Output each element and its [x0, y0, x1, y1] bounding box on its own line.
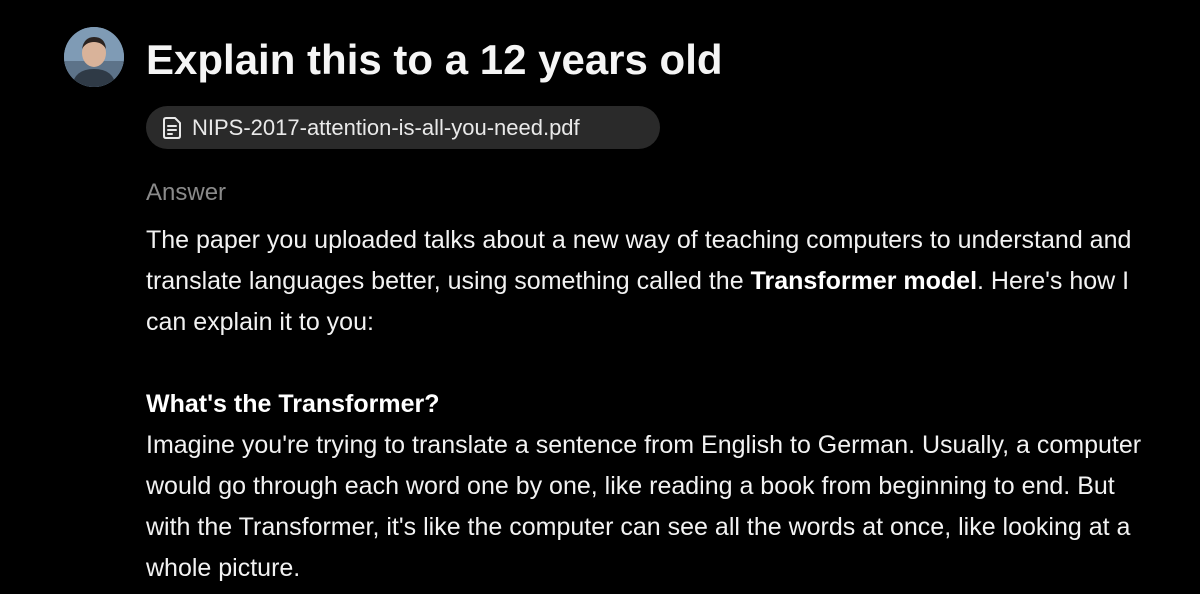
user-avatar — [64, 27, 124, 87]
answer-body: The paper you uploaded talks about a new… — [146, 220, 1156, 589]
document-icon — [163, 116, 181, 139]
section-paragraph: Imagine you're trying to translate a sen… — [146, 431, 1142, 582]
answer-intro-bold: Transformer model — [750, 267, 978, 295]
attachment-filename: NIPS-2017-attention-is-all-you-need.pdf — [192, 114, 580, 140]
answer-label: Answer — [146, 179, 227, 206]
prompt-title: Explain this to a 12 years old — [146, 36, 723, 83]
attachment-chip[interactable]: NIPS-2017-attention-is-all-you-need.pdf — [146, 106, 660, 149]
section-heading-text: What's the Transformer? — [146, 390, 440, 418]
avatar-image — [64, 27, 124, 87]
section-heading: What's the Transformer? — [146, 384, 1156, 425]
answer-intro: The paper you uploaded talks about a new… — [146, 220, 1156, 343]
